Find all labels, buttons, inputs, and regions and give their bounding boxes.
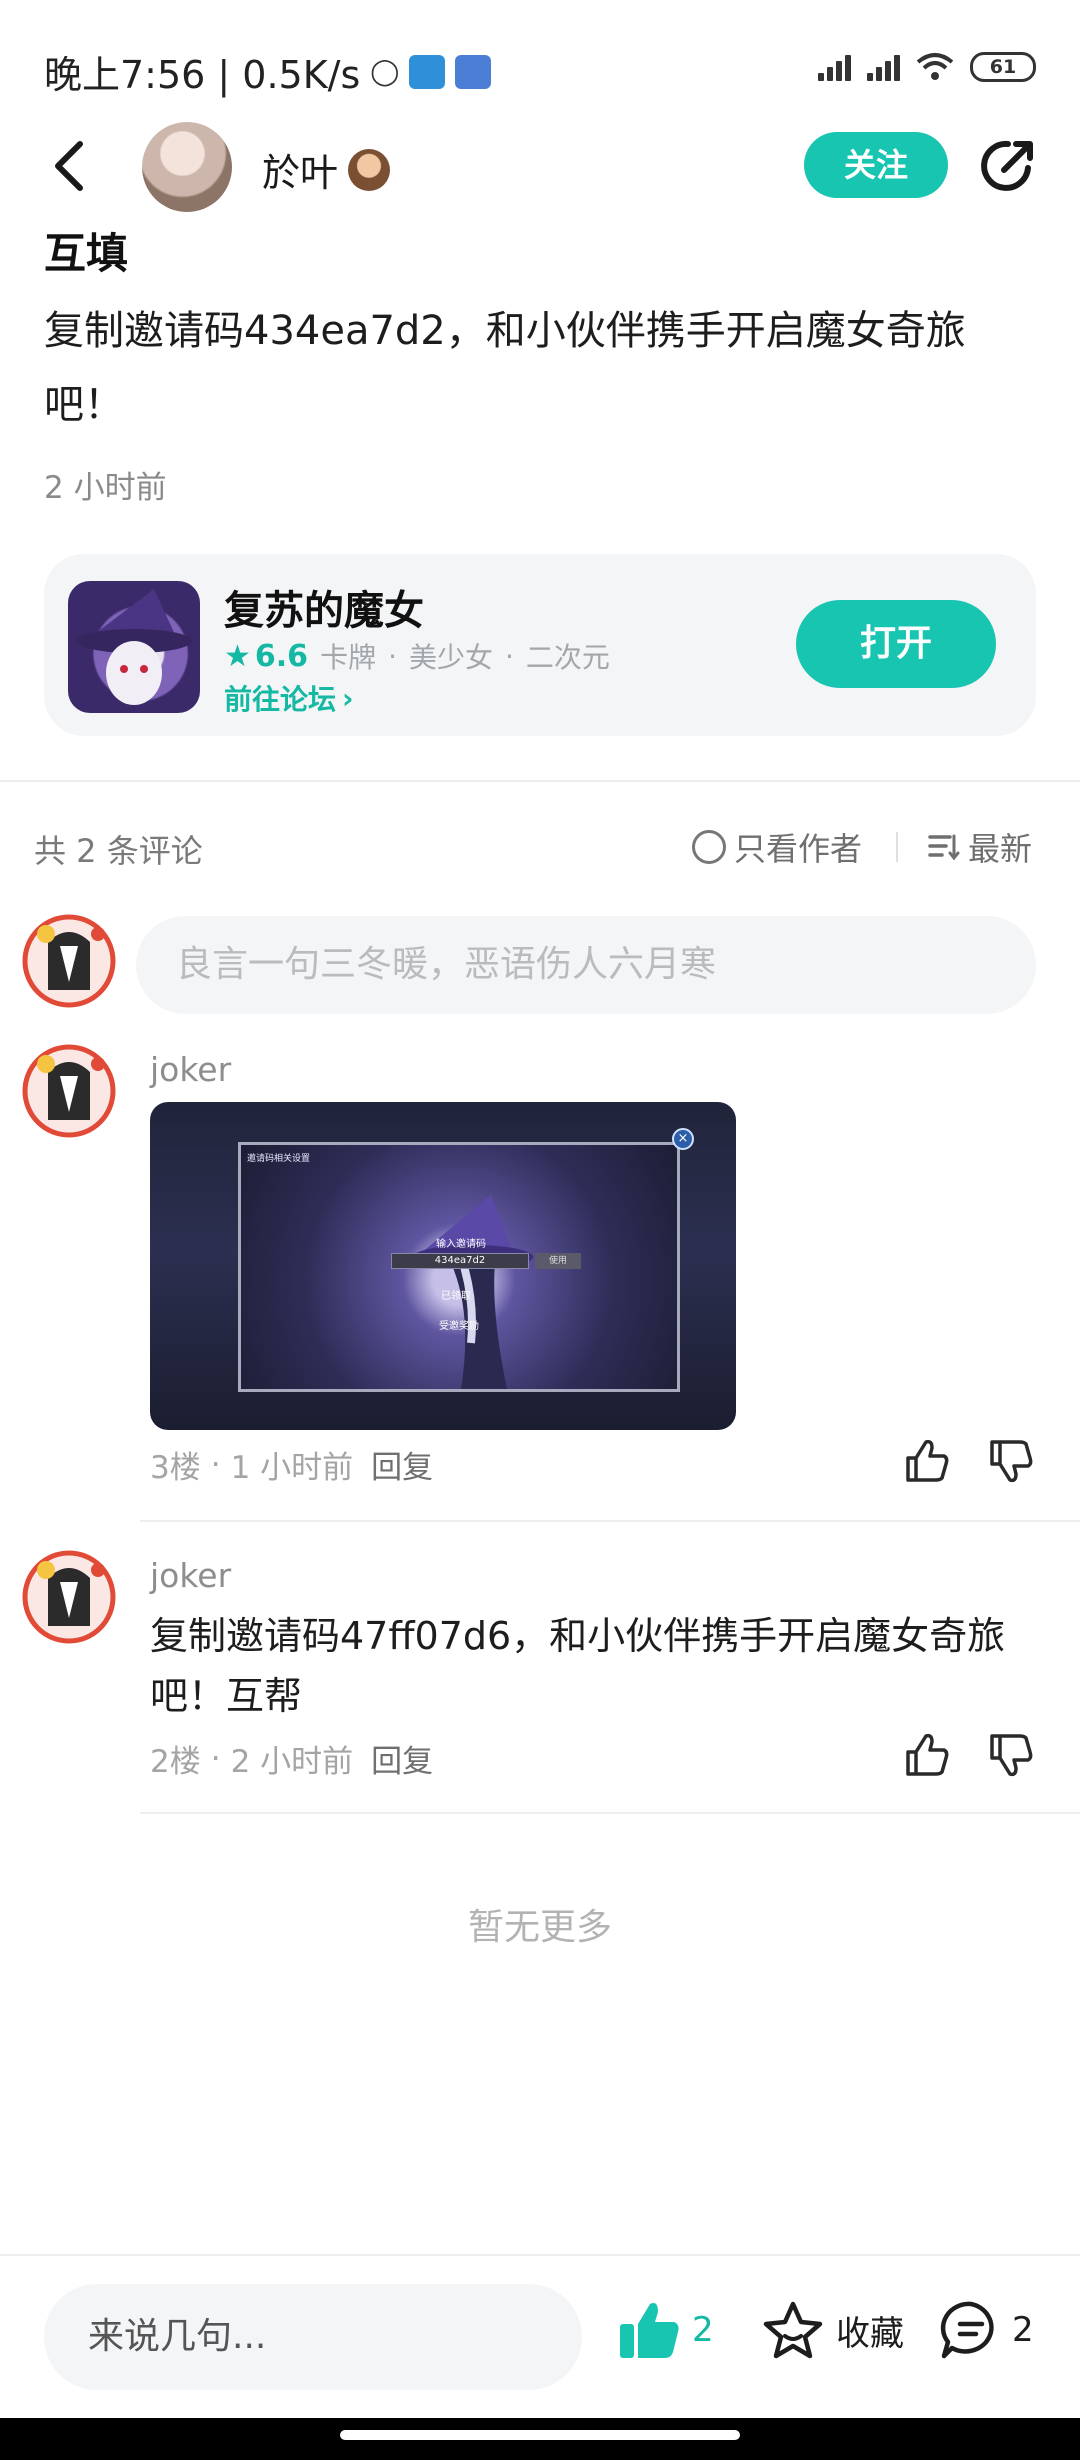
comment-divider bbox=[140, 1520, 1080, 1522]
comment-input[interactable]: 良言一句三冬暖，恶语伤人六月寒 bbox=[136, 916, 1036, 1014]
status-right: 61 bbox=[818, 52, 1036, 82]
comment-time: 2 小时前 bbox=[230, 1744, 354, 1780]
comment-count-badge: 2 bbox=[1012, 2310, 1034, 2350]
dialog-use-button: 使用 bbox=[535, 1253, 581, 1269]
comments-button[interactable]: 2 bbox=[940, 2300, 1034, 2360]
status-time-speed: 晚上7:56 | 0.5K/s bbox=[44, 53, 361, 97]
game-card[interactable]: 复苏的魔女 ★ 6.6 卡牌 · 美少女 · 二次元 前往论坛 › 打开 bbox=[44, 554, 1036, 736]
lock-notify-icon: ◯ bbox=[370, 56, 400, 87]
open-game-button[interactable]: 打开 bbox=[796, 600, 996, 688]
game-name[interactable]: 复苏的魔女 bbox=[224, 578, 424, 636]
comment-meta: 3楼 · 1 小时前 回复 bbox=[150, 1442, 433, 1487]
section-divider bbox=[0, 780, 1080, 782]
comment-floor: 3楼 bbox=[150, 1450, 201, 1486]
comment-time: 1 小时前 bbox=[230, 1450, 354, 1486]
author-avatar[interactable] bbox=[142, 122, 232, 212]
favorite-button[interactable]: 收藏 bbox=[762, 2300, 904, 2360]
dialog-claimed-label: 已领取 bbox=[441, 1291, 471, 1302]
only-author-label[interactable]: 只看作者 bbox=[734, 824, 862, 870]
chevron-right-icon: › bbox=[342, 681, 354, 715]
author-badge-icon bbox=[348, 148, 391, 191]
forum-link[interactable]: 前往论坛 › bbox=[224, 678, 354, 718]
star-outline-icon[interactable] bbox=[762, 2300, 824, 2360]
dialog-close-icon: × bbox=[672, 1128, 694, 1150]
comment-image[interactable]: 邀请码相关设置 输入邀请码 434ea7d2 使用 已领取 受邀奖励 × bbox=[150, 1102, 736, 1430]
thumb-up-icon[interactable] bbox=[902, 1730, 952, 1780]
sort-label[interactable]: 最新 bbox=[968, 824, 1032, 870]
home-indicator[interactable] bbox=[340, 2430, 740, 2440]
commenter-avatar[interactable] bbox=[20, 1548, 118, 1646]
reply-button[interactable]: 回复 bbox=[371, 1736, 433, 1781]
commenter-name[interactable]: joker bbox=[150, 1556, 231, 1595]
game-tag: 卡牌 bbox=[320, 641, 377, 674]
dot-separator: · bbox=[388, 639, 397, 673]
forum-link-label[interactable]: 前往论坛 bbox=[224, 678, 336, 718]
only-author-toggle[interactable]: 只看作者 bbox=[692, 824, 862, 870]
sort-toggle[interactable]: 最新 bbox=[928, 824, 1032, 870]
favorite-label[interactable]: 收藏 bbox=[836, 2306, 904, 2355]
share-icon[interactable] bbox=[978, 134, 1040, 196]
thumb-up-filled-icon[interactable] bbox=[618, 2300, 682, 2360]
status-left: 晚上7:56 | 0.5K/s ◯ bbox=[44, 44, 492, 99]
thumb-down-icon[interactable] bbox=[986, 1436, 1036, 1486]
dialog-title: 邀请码相关设置 bbox=[247, 1154, 311, 1164]
bottom-bar-divider bbox=[0, 2254, 1080, 2256]
dot-separator: · bbox=[505, 639, 514, 673]
game-tag: 二次元 bbox=[525, 641, 610, 674]
dialog-code-box: 434ea7d2 bbox=[391, 1253, 529, 1269]
status-bar: 晚上7:56 | 0.5K/s ◯ 61 bbox=[0, 0, 1080, 130]
dialog-input-label: 输入邀请码 bbox=[436, 1239, 486, 1250]
author-name-row[interactable]: 於叶 bbox=[262, 142, 391, 197]
comment-meta: 2楼 · 2 小时前 回复 bbox=[150, 1736, 433, 1781]
dialog-reward-label: 受邀奖励 bbox=[439, 1321, 479, 1332]
game-score-value: 6.6 bbox=[254, 638, 309, 674]
author-name[interactable]: 於叶 bbox=[262, 142, 338, 197]
reply-button[interactable]: 回复 bbox=[371, 1442, 433, 1487]
app-notify-icon bbox=[409, 54, 446, 89]
game-score: ★ 6.6 bbox=[224, 639, 308, 674]
thumb-down-icon[interactable] bbox=[986, 1730, 1036, 1780]
star-icon: ★ bbox=[224, 638, 251, 674]
game-icon[interactable] bbox=[68, 581, 200, 713]
back-arrow-icon[interactable] bbox=[44, 136, 104, 196]
post-time: 2 小时前 bbox=[44, 470, 167, 506]
wifi-icon bbox=[916, 53, 954, 80]
dot-separator: · bbox=[210, 1740, 221, 1777]
game-notify-icon bbox=[455, 54, 492, 89]
witch-hat-icon bbox=[76, 589, 192, 705]
my-avatar[interactable] bbox=[20, 912, 118, 1010]
game-meta: ★ 6.6 卡牌 · 美少女 · 二次元 bbox=[224, 636, 610, 676]
comment-divider bbox=[140, 1812, 1080, 1814]
radio-circle-icon[interactable] bbox=[692, 830, 726, 864]
follow-button[interactable]: 关注 bbox=[804, 132, 948, 198]
comment-floor: 2楼 bbox=[150, 1744, 201, 1780]
post-body: 复制邀请码434ea7d2，和小伙伴携手开启魔女奇旅吧！ bbox=[44, 308, 966, 428]
battery-indicator: 61 bbox=[970, 52, 1036, 82]
game-dialog-screenshot: 邀请码相关设置 输入邀请码 434ea7d2 使用 已领取 受邀奖励 bbox=[238, 1142, 680, 1392]
witch-figure-icon bbox=[413, 1195, 533, 1389]
dot-separator: · bbox=[210, 1446, 221, 1483]
comment-count: 共 2 条评论 bbox=[34, 832, 203, 870]
game-tag: 美少女 bbox=[408, 641, 493, 674]
commenter-name[interactable]: joker bbox=[150, 1050, 231, 1089]
like-button[interactable]: 2 bbox=[618, 2300, 714, 2360]
sort-icon bbox=[928, 834, 960, 861]
vertical-separator bbox=[896, 832, 898, 862]
bottom-comment-input[interactable]: 来说几句... bbox=[44, 2284, 582, 2390]
thumb-up-icon[interactable] bbox=[902, 1436, 952, 1486]
comment-bubble-icon[interactable] bbox=[940, 2300, 1002, 2360]
post-header: 於叶 关注 bbox=[0, 118, 1080, 218]
comment-text: 复制邀请码47ff07d6，和小伙伴携手开启魔女奇旅吧！互帮 bbox=[150, 1614, 1006, 1718]
post-title: 互填 bbox=[44, 229, 129, 278]
like-count: 2 bbox=[692, 2310, 714, 2350]
signal-icon bbox=[818, 53, 851, 81]
no-more-text: 暂无更多 bbox=[467, 1907, 612, 1948]
signal-icon bbox=[867, 53, 900, 81]
commenter-avatar[interactable] bbox=[20, 1042, 118, 1140]
